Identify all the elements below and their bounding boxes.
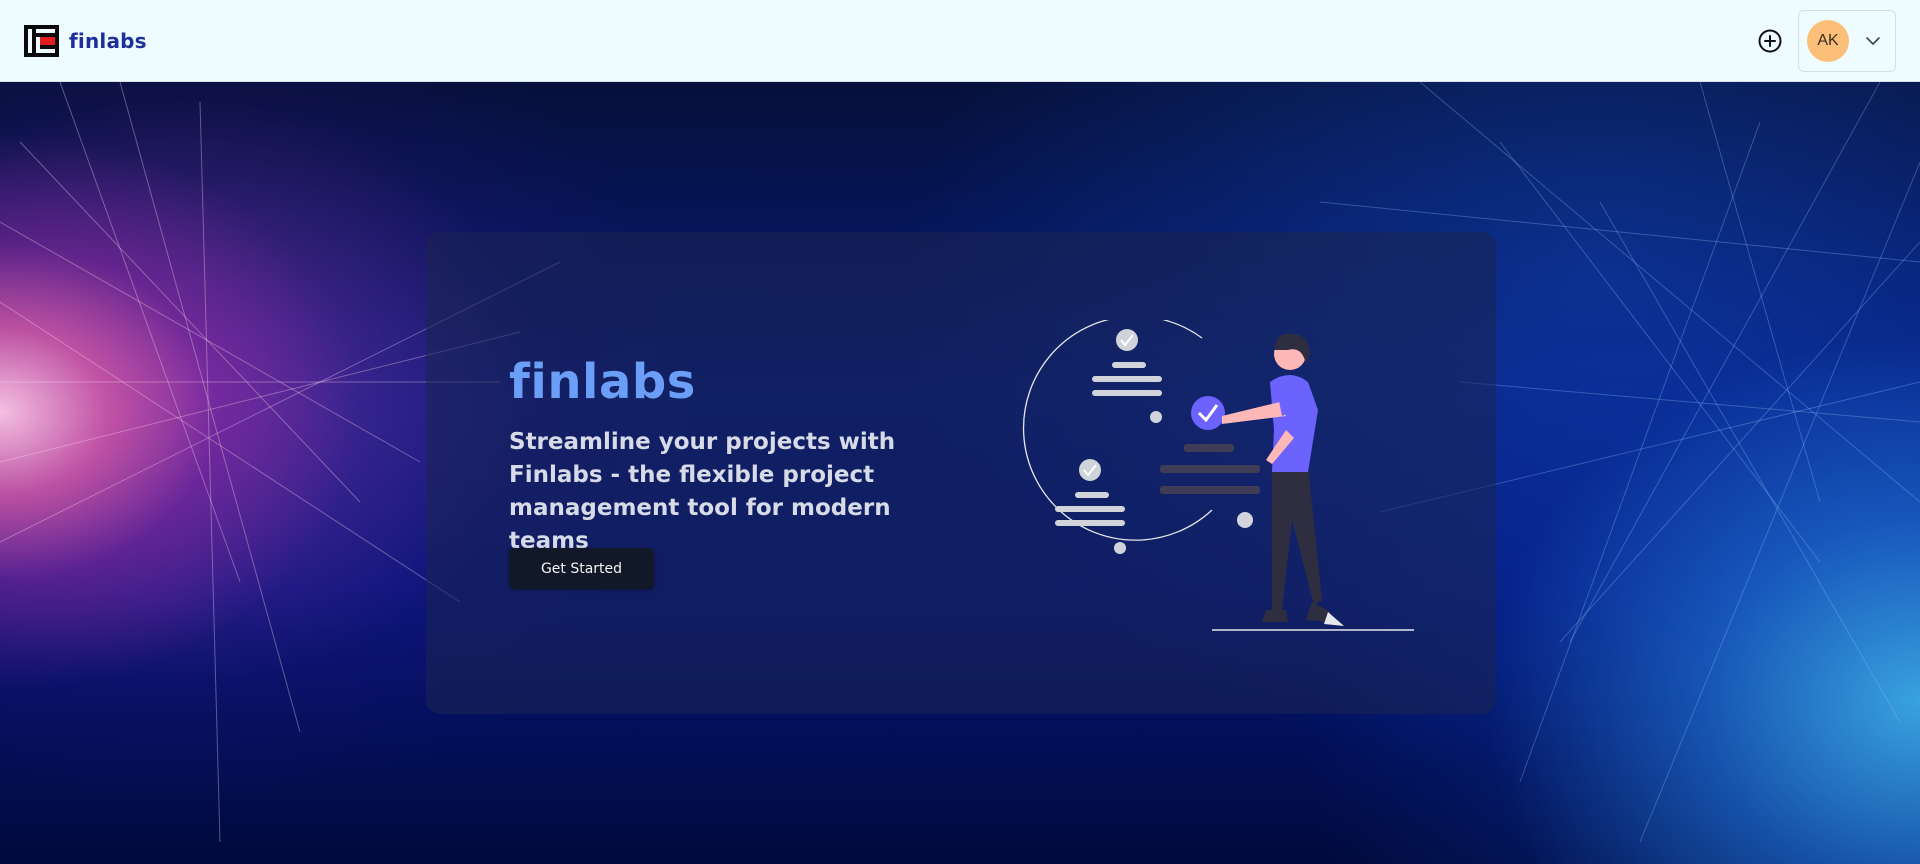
- get-started-button[interactable]: Get Started: [509, 548, 654, 589]
- hero-title: finlabs: [509, 354, 696, 410]
- project-checklist-illustration: [1022, 320, 1414, 631]
- brand[interactable]: finlabs: [24, 24, 147, 57]
- top-navbar: finlabs AK: [0, 0, 1920, 82]
- hero-tagline: Streamline your projects with Finlabs - …: [509, 429, 896, 554]
- user-menu-button[interactable]: AK: [1798, 9, 1896, 72]
- brand-name: finlabs: [69, 28, 147, 53]
- plus-circle-icon: [1758, 29, 1782, 52]
- add-button[interactable]: [1756, 27, 1784, 55]
- avatar: AK: [1807, 19, 1849, 62]
- chevron-down-icon: [1866, 36, 1880, 45]
- finlabs-logo-icon: [24, 24, 59, 57]
